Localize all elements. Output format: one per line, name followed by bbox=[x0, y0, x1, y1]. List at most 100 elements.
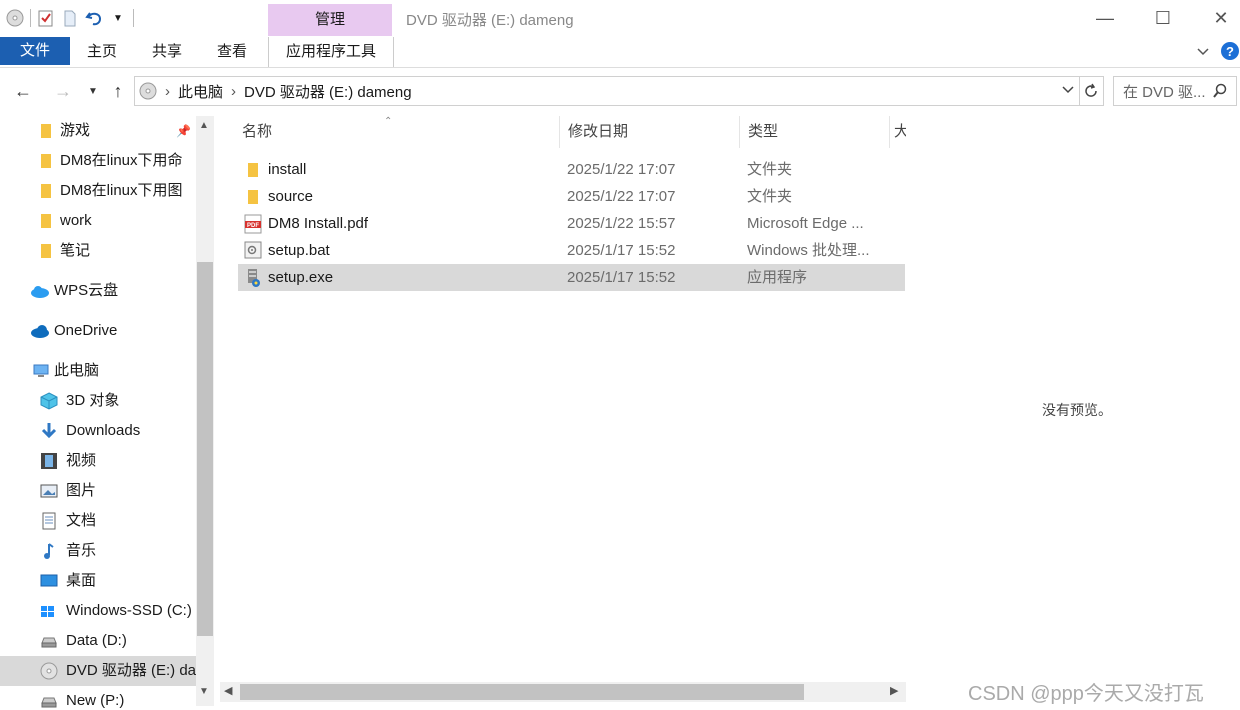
nav-item-notes[interactable]: 笔记 bbox=[40, 236, 90, 266]
scroll-right-icon[interactable]: ▶ bbox=[890, 684, 898, 697]
tab-home[interactable]: 主页 bbox=[82, 37, 122, 67]
folder-icon bbox=[40, 213, 52, 229]
manage-tab[interactable]: 管理 bbox=[268, 4, 392, 36]
breadcrumb-separator-icon[interactable]: › bbox=[231, 83, 236, 100]
nav-item-label: DM8在linux下用命 bbox=[60, 152, 183, 169]
nav-item-label: Downloads bbox=[66, 422, 141, 439]
properties-icon[interactable] bbox=[37, 9, 55, 27]
scroll-up-icon[interactable]: ▲ bbox=[199, 120, 209, 131]
qat-divider bbox=[30, 9, 31, 27]
pin-icon[interactable]: 📌 bbox=[176, 116, 191, 146]
nav-item-label: DVD 驱动器 (E:) da bbox=[66, 662, 196, 679]
nav-item-dm8-gui[interactable]: DM8在linux下用图 bbox=[40, 176, 183, 206]
video-icon bbox=[40, 452, 58, 470]
file-row-setup-bat[interactable]: setup.bat 2025/1/17 15:52 Windows 批处理... bbox=[238, 237, 905, 264]
nav-item-label: OneDrive bbox=[54, 322, 118, 339]
file-row-setup-exe[interactable]: setup.exe 2025/1/17 15:52 应用程序 bbox=[238, 264, 905, 291]
address-dropdown-icon[interactable] bbox=[1061, 82, 1075, 96]
nav-item-onedrive[interactable]: OneDrive bbox=[30, 316, 117, 346]
dvd-icon bbox=[40, 662, 58, 680]
file-name: setup.bat bbox=[268, 242, 330, 259]
folder-icon bbox=[40, 243, 52, 259]
desktop-icon bbox=[40, 573, 58, 589]
new-folder-icon[interactable] bbox=[61, 9, 79, 27]
nav-item-downloads[interactable]: Downloads bbox=[40, 416, 140, 446]
nav-item-dm8-cmd[interactable]: DM8在linux下用命 bbox=[40, 146, 183, 176]
download-icon bbox=[40, 422, 58, 440]
search-box[interactable]: 在 DVD 驱... bbox=[1113, 76, 1237, 106]
drive-icon bbox=[40, 634, 58, 648]
file-date: 2025/1/22 15:57 bbox=[567, 215, 676, 232]
qat-divider-2 bbox=[133, 9, 134, 27]
window-title: DVD 驱动器 (E:) dameng bbox=[406, 12, 574, 29]
up-button[interactable]: ↑ bbox=[107, 80, 129, 102]
nav-item-c-drive[interactable]: Windows-SSD (C:) bbox=[40, 596, 192, 626]
address-bar[interactable]: › 此电脑 › DVD 驱动器 (E:) dameng bbox=[134, 76, 1080, 106]
nav-item-label: work bbox=[60, 212, 92, 229]
file-type: Microsoft Edge ... bbox=[747, 215, 864, 232]
column-date-modified[interactable]: 修改日期 bbox=[560, 116, 740, 148]
nav-item-e-drive[interactable]: DVD 驱动器 (E:) da bbox=[0, 656, 196, 686]
nav-item-games[interactable]: 游戏 📌 bbox=[40, 116, 191, 146]
refresh-button[interactable] bbox=[1079, 76, 1104, 106]
nav-item-label: 文档 bbox=[66, 512, 97, 529]
tab-application-tools[interactable]: 应用程序工具 bbox=[268, 37, 394, 67]
nav-item-wps-cloud[interactable]: WPS云盘 bbox=[30, 276, 118, 306]
nav-item-label: 视频 bbox=[66, 452, 97, 469]
quick-access-toolbar: ▼ bbox=[6, 6, 134, 30]
breadcrumb-dvd-drive[interactable]: DVD 驱动器 (E:) dameng bbox=[244, 81, 412, 102]
nav-item-music[interactable]: 音乐 bbox=[40, 536, 96, 566]
nav-item-3d-objects[interactable]: 3D 对象 bbox=[40, 386, 119, 416]
help-icon[interactable]: ? bbox=[1220, 41, 1240, 61]
nav-item-documents[interactable]: 文档 bbox=[40, 506, 96, 536]
breadcrumb-separator-icon[interactable]: › bbox=[165, 83, 170, 100]
nav-item-d-drive[interactable]: Data (D:) bbox=[40, 626, 127, 656]
customize-qat-icon[interactable]: ▼ bbox=[109, 9, 127, 27]
file-row-install[interactable]: install 2025/1/22 17:07 文件夹 bbox=[238, 156, 905, 183]
preview-pane: 没有预览。 bbox=[906, 116, 1240, 710]
nav-item-videos[interactable]: 视频 bbox=[40, 446, 96, 476]
pictures-icon bbox=[40, 483, 58, 499]
title-bar bbox=[0, 0, 1240, 38]
nav-item-label: Windows-SSD (C:) bbox=[66, 602, 192, 619]
nav-item-p-drive[interactable]: New (P:) bbox=[40, 686, 124, 710]
file-row-source[interactable]: source 2025/1/22 17:07 文件夹 bbox=[238, 183, 905, 210]
back-arrow-icon: ← bbox=[14, 80, 32, 101]
3d-objects-icon bbox=[40, 392, 58, 410]
onedrive-icon bbox=[30, 324, 50, 338]
windows-drive-icon bbox=[40, 603, 58, 619]
horizontal-scroll-thumb[interactable] bbox=[240, 684, 804, 700]
breadcrumb-this-pc[interactable]: 此电脑 bbox=[178, 81, 223, 102]
column-name[interactable]: 名称 ⌃ bbox=[234, 116, 560, 148]
tab-file[interactable]: 文件 bbox=[0, 37, 70, 65]
scroll-down-icon[interactable]: ▼ bbox=[199, 686, 209, 697]
up-arrow-icon: ↑ bbox=[113, 80, 123, 101]
forward-button[interactable]: → bbox=[52, 80, 74, 102]
nav-item-work[interactable]: work bbox=[40, 206, 92, 236]
tab-share[interactable]: 共享 bbox=[147, 37, 187, 67]
nav-item-pictures[interactable]: 图片 bbox=[40, 476, 96, 506]
close-button[interactable]: ✕ bbox=[1192, 0, 1240, 36]
file-type: Windows 批处理... bbox=[747, 242, 870, 259]
nav-item-this-pc[interactable]: 此电脑 bbox=[32, 356, 99, 386]
minimize-button[interactable]: — bbox=[1076, 0, 1134, 36]
file-date: 2025/1/17 15:52 bbox=[567, 269, 676, 286]
nav-item-label: 桌面 bbox=[66, 572, 97, 589]
tab-view[interactable]: 查看 bbox=[212, 37, 252, 67]
expand-ribbon-icon[interactable] bbox=[1196, 44, 1210, 58]
file-row-dm8-install-pdf[interactable]: PDF DM8 Install.pdf 2025/1/22 15:57 Micr… bbox=[238, 210, 905, 237]
scroll-left-icon[interactable]: ◀ bbox=[224, 684, 232, 697]
nav-pane-scroll-thumb[interactable] bbox=[197, 262, 213, 636]
dvd-drive-icon bbox=[6, 9, 24, 27]
no-preview-text: 没有预览。 bbox=[1042, 402, 1112, 418]
column-type[interactable]: 类型 bbox=[740, 116, 890, 148]
nav-item-label: 此电脑 bbox=[54, 362, 100, 379]
undo-icon[interactable] bbox=[85, 9, 103, 27]
nav-item-label: WPS云盘 bbox=[54, 282, 119, 299]
maximize-button[interactable]: ☐ bbox=[1134, 0, 1192, 36]
search-placeholder: 在 DVD 驱... bbox=[1123, 83, 1206, 101]
back-button[interactable]: ← bbox=[12, 80, 34, 102]
nav-item-desktop[interactable]: 桌面 bbox=[40, 566, 96, 596]
column-size[interactable]: 大 bbox=[890, 116, 906, 148]
recent-locations-button[interactable]: ▼ bbox=[82, 80, 104, 102]
